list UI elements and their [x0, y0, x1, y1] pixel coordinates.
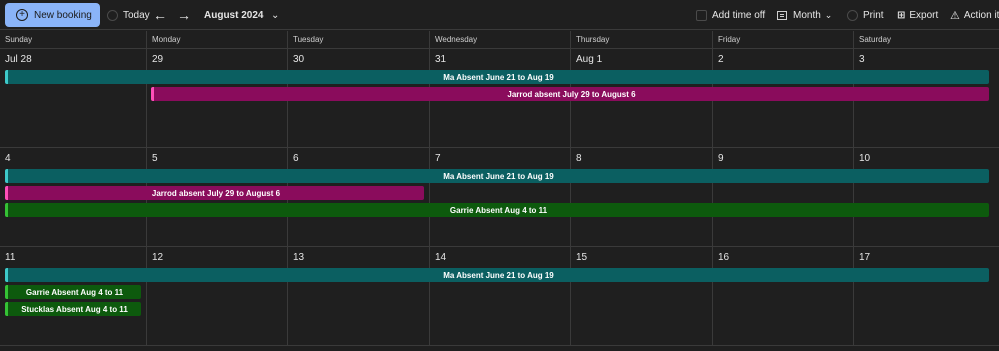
day-number: 12	[152, 252, 164, 263]
day-number: 17	[859, 252, 871, 263]
booking-event[interactable]: Stucklas Absent Aug 4 to 11	[5, 302, 141, 316]
calendar-toolbar: + New booking Today ← → August 2024 ⌄ Ad…	[0, 0, 999, 30]
chevron-down-icon: ⌄	[271, 9, 280, 21]
print-button[interactable]: Print	[847, 0, 884, 30]
day-number: 7	[435, 153, 441, 164]
day-cell[interactable]: 16	[712, 247, 853, 345]
day-number: 8	[576, 153, 582, 164]
time-off-icon	[696, 9, 707, 21]
day-number: 4	[5, 153, 11, 164]
day-number: 5	[152, 153, 158, 164]
period-picker-button[interactable]: ⌄	[271, 0, 279, 30]
day-number: 6	[293, 153, 299, 164]
day-cell[interactable]: 15	[570, 247, 712, 345]
view-switcher-button[interactable]: Month ⌄	[777, 0, 832, 30]
weekday-monday: Monday	[146, 31, 287, 49]
week-row: 11 12 13 14 15 16 17 Ma Absent June 21 to Aug 1…	[0, 247, 999, 346]
weekday-wednesday: Wednesday	[429, 31, 570, 49]
weekday-friday: Friday	[712, 31, 853, 49]
booking-event[interactable]: Jarrod absent July 29 to August 6	[151, 87, 989, 101]
day-number: 13	[293, 252, 305, 263]
day-number: 2	[718, 54, 724, 65]
action-it-button[interactable]: ⚠ Action it	[950, 0, 999, 30]
view-label: Month	[793, 9, 821, 21]
day-cell[interactable]: 12	[146, 247, 287, 345]
new-booking-button[interactable]: + New booking	[5, 3, 100, 27]
today-button[interactable]: Today	[107, 0, 150, 30]
day-cell[interactable]: 9	[712, 148, 853, 246]
day-cell[interactable]: 17	[853, 247, 999, 345]
export-label: Export	[909, 9, 939, 21]
booking-event[interactable]: Ma Absent June 21 to Aug 19	[5, 70, 989, 84]
week-row: Jul 28 29 30 31 Aug 1 2 3 Ma Absent June 21 to …	[0, 49, 999, 148]
day-number: Jul 28	[5, 54, 32, 65]
calendar-today-icon	[107, 9, 118, 21]
weekday-sunday: Sunday	[5, 35, 33, 44]
day-number: 11	[5, 252, 16, 263]
day-number: 29	[152, 54, 164, 65]
weekday-header: Sunday Monday Tuesday Wednesday Thursday Frid…	[0, 31, 999, 49]
today-label: Today	[123, 9, 150, 21]
print-icon	[847, 9, 858, 21]
previous-period-button[interactable]: ←	[153, 0, 167, 30]
day-cell[interactable]: 14	[429, 247, 570, 345]
day-number: 3	[859, 54, 865, 65]
export-button[interactable]: ⊞ Export	[897, 0, 938, 30]
day-number: 10	[859, 153, 871, 164]
add-time-off-button[interactable]: Add time off	[696, 0, 765, 30]
action-it-label: Action it	[963, 9, 999, 21]
plus-icon: +	[16, 9, 28, 21]
day-cell[interactable]: 8	[570, 148, 712, 246]
day-number: 30	[293, 54, 305, 65]
add-time-off-label: Add time off	[712, 9, 766, 21]
arrow-right-icon: →	[177, 7, 191, 23]
chevron-down-icon: ⌄	[824, 9, 833, 20]
day-cell[interactable]: 13	[287, 247, 429, 345]
day-number: 31	[435, 54, 447, 65]
day-cell[interactable]: Jul 28	[0, 49, 146, 147]
new-booking-label: New booking	[34, 9, 92, 21]
day-number: Aug 1	[576, 54, 603, 65]
print-label: Print	[863, 9, 884, 21]
day-number: 15	[576, 252, 588, 263]
arrow-left-icon: ←	[153, 7, 167, 23]
day-number: 14	[435, 252, 447, 263]
day-number: 9	[718, 153, 724, 164]
next-period-button[interactable]: →	[177, 0, 191, 30]
warning-icon: ⚠	[950, 9, 960, 22]
weekday-thursday: Thursday	[570, 31, 712, 49]
weekday-saturday: Saturday	[853, 31, 999, 49]
current-period-label: August 2024	[204, 9, 264, 21]
booking-event[interactable]: Jarrod absent July 29 to August 6	[5, 186, 424, 200]
calendar-view-icon	[777, 10, 787, 20]
booking-event[interactable]: Garrie Absent Aug 4 to 11	[5, 285, 141, 299]
day-number: 16	[718, 252, 730, 263]
week-row: 4 5 6 7 8 9 10 Ma Absent June 21 to Aug 19 Jarro…	[0, 148, 999, 247]
day-cell[interactable]: 7	[429, 148, 570, 246]
excel-icon: ⊞	[897, 9, 906, 21]
booking-event[interactable]: Garrie Absent Aug 4 to 11	[5, 203, 989, 217]
weekday-tuesday: Tuesday	[287, 31, 429, 49]
booking-event[interactable]: Ma Absent June 21 to Aug 19	[5, 268, 989, 282]
day-cell[interactable]: 10	[853, 148, 999, 246]
booking-event[interactable]: Ma Absent June 21 to Aug 19	[5, 169, 989, 183]
